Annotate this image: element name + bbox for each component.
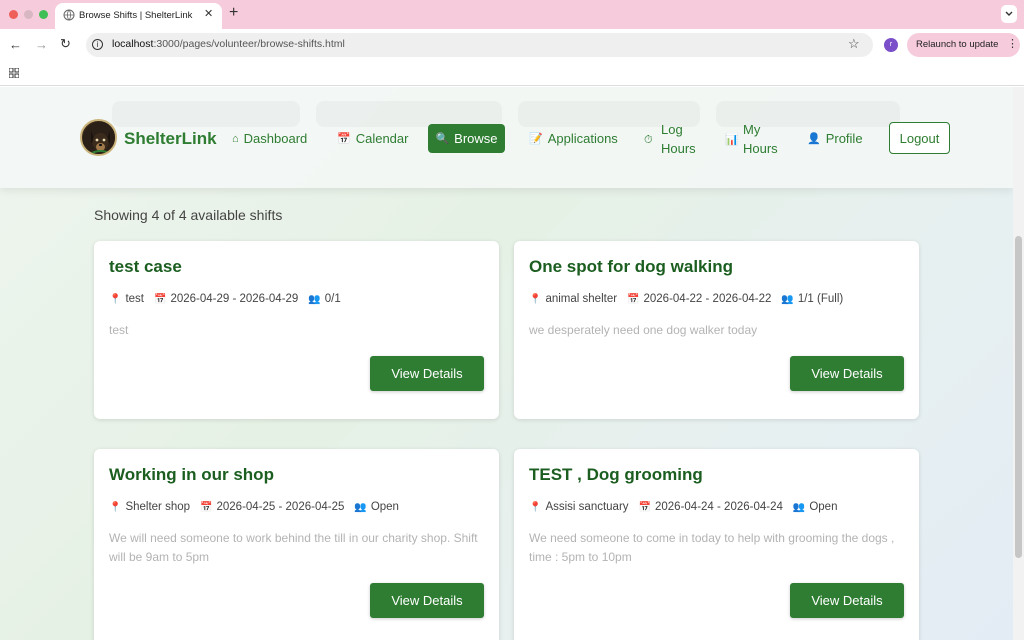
shift-description: We will need someone to work behind the … [109, 531, 478, 564]
site-navbar: ShelterLink ⌂ Dashboard 📅 Calendar 🔍 Bro… [0, 87, 1013, 188]
navbar-shadow-block [112, 101, 300, 127]
shift-spots: Open [809, 501, 838, 513]
bar-chart-icon: 📊 [725, 134, 739, 146]
home-icon: ⌂ [232, 132, 239, 145]
view-details-button[interactable]: View Details [370, 583, 484, 618]
shift-description: test [109, 323, 129, 337]
shift-card: Working in our shop 📍 Shelter shop 📅 2026-… [94, 449, 499, 640]
bookmark-star-icon[interactable]: ☆ [848, 36, 860, 52]
tab-title: Browse Shifts | ShelterLink [79, 10, 193, 21]
nav-dashboard[interactable]: ⌂ Dashboard [232, 131, 307, 146]
people-icon: 👥 [792, 501, 806, 513]
shift-location: test [125, 293, 144, 305]
nav-calendar[interactable]: 📅 Calendar [337, 131, 408, 146]
shift-card: One spot for dog walking 📍 animal shelter… [514, 241, 919, 419]
reload-icon[interactable]: ↻ [60, 36, 71, 52]
shift-title: TEST , Dog grooming [529, 465, 703, 484]
shift-meta: 📍 test 📅 2026-04-29 - 2026-04-29 👥 0/1 [109, 293, 351, 305]
shift-meta: 📍 Assisi sanctuary 📅 2026-04-24 - 2026-04-… [529, 501, 847, 513]
calendar-icon: 📅 [638, 501, 651, 513]
tab-search-button[interactable] [1001, 5, 1017, 23]
shift-dates: 2026-04-25 - 2026-04-25 [216, 501, 345, 513]
brand-name[interactable]: ShelterLink [124, 129, 217, 149]
view-details-button[interactable]: View Details [790, 583, 904, 618]
shift-dates: 2026-04-22 - 2026-04-22 [643, 293, 772, 305]
browser-toolbar: ← → ↻ i localhost:3000/pages/volunteer/b… [0, 29, 1024, 62]
forward-arrow-icon[interactable]: → [35, 37, 48, 52]
nav-browse-active[interactable]: 🔍 Browse [428, 124, 505, 153]
chevron-down-icon [1005, 11, 1013, 16]
calendar-icon: 📅 [200, 501, 213, 513]
window-maximize-button[interactable] [39, 10, 48, 19]
address-bar[interactable]: i localhost:3000/pages/volunteer/browse-… [86, 33, 873, 57]
magnifier-icon: 🔍 [435, 133, 450, 145]
view-details-button[interactable]: View Details [790, 356, 904, 391]
nav-applications[interactable]: 📝 Applications [529, 131, 618, 146]
back-arrow-icon[interactable]: ← [9, 37, 22, 52]
page-viewport: ShelterLink ⌂ Dashboard 📅 Calendar 🔍 Bro… [0, 87, 1013, 640]
view-details-button[interactable]: View Details [370, 356, 484, 391]
dog-logo-icon [82, 121, 115, 154]
apps-grid-icon[interactable] [9, 68, 19, 78]
shift-location: Assisi sanctuary [545, 501, 629, 513]
shift-meta: 📍 Shelter shop 📅 2026-04-25 - 2026-04-25 👥… [109, 501, 409, 513]
shift-spots: Open [370, 501, 399, 513]
globe-icon [63, 9, 75, 21]
calendar-icon: 📅 [627, 293, 640, 305]
browser-tab-active[interactable]: Browse Shifts | ShelterLink ✕ [55, 3, 222, 29]
shift-description: we desperately need one dog walker today [529, 323, 758, 337]
brand-logo[interactable] [80, 119, 117, 156]
relaunch-button[interactable]: Relaunch to update ⋮ [907, 33, 1020, 57]
tab-close-icon[interactable]: ✕ [204, 7, 213, 20]
people-icon: 👥 [308, 293, 321, 305]
location-pin-icon: 📍 [529, 501, 542, 513]
browser-tab-bar: Browse Shifts | ShelterLink ✕ + [0, 0, 1024, 29]
calendar-icon: 📅 [154, 293, 167, 305]
bookmarks-bar [0, 62, 1024, 86]
people-icon: 👥 [354, 501, 367, 513]
shift-dates: 2026-04-29 - 2026-04-29 [170, 293, 299, 305]
calendar-icon: 📅 [337, 133, 351, 145]
page-scrollbar[interactable] [1013, 87, 1024, 640]
new-tab-icon[interactable]: + [229, 4, 238, 22]
memo-icon: 📝 [529, 133, 543, 145]
logout-button[interactable]: Logout [889, 122, 950, 154]
more-menu-icon[interactable]: ⋮ [1007, 37, 1018, 50]
shift-card: test case 📍 test 📅 2026-04-29 - 2026-04-29… [94, 241, 499, 419]
shift-title: test case [109, 257, 182, 276]
address-url[interactable]: localhost:3000/pages/volunteer/browse-sh… [112, 38, 345, 50]
shift-spots: 0/1 [324, 293, 341, 305]
site-info-icon[interactable]: i [92, 39, 103, 50]
shift-title: Working in our shop [109, 465, 274, 484]
profile-avatar[interactable]: r [884, 38, 898, 52]
nav-log-hours[interactable]: ⏱ Log Hours [644, 120, 696, 158]
nav-profile[interactable]: 👤 Profile [807, 131, 863, 146]
shift-dates: 2026-04-24 - 2026-04-24 [655, 501, 783, 513]
people-icon: 👥 [781, 293, 794, 305]
nav-my-hours[interactable]: 📊 My Hours [725, 120, 781, 158]
results-count: Showing 4 of 4 available shifts [94, 207, 283, 223]
location-pin-icon: 📍 [529, 293, 542, 305]
user-icon: 👤 [807, 133, 821, 145]
shift-title: One spot for dog walking [529, 257, 733, 276]
shift-description: We need someone to come in today to help… [529, 531, 895, 564]
window-minimize-button[interactable] [24, 10, 33, 19]
shift-location: Shelter shop [125, 501, 191, 513]
shift-location: animal shelter [545, 293, 618, 305]
window-close-button[interactable] [9, 10, 18, 19]
shift-meta: 📍 animal shelter 📅 2026-04-22 - 2026-04-22… [529, 293, 853, 305]
shift-card: TEST , Dog grooming 📍 Assisi sanctuary 📅 2… [514, 449, 919, 640]
scrollbar-thumb[interactable] [1015, 236, 1022, 558]
location-pin-icon: 📍 [109, 501, 122, 513]
stopwatch-icon: ⏱ [644, 134, 653, 146]
shift-spots: 1/1 (Full) [797, 293, 844, 305]
location-pin-icon: 📍 [109, 293, 122, 305]
